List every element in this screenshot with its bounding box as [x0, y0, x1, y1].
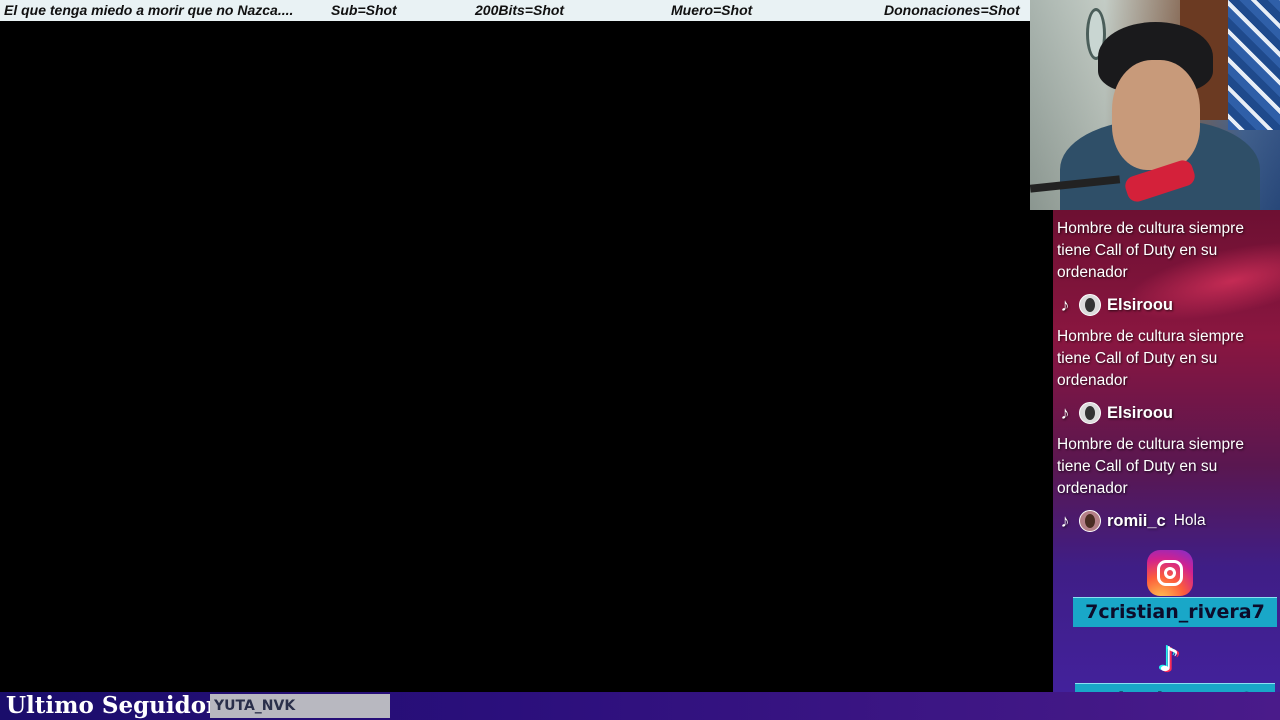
chat-message-text: Hombre de cultura siempre tiene Call of …	[1057, 220, 1244, 281]
chat-username: Elsiroou	[1107, 295, 1174, 314]
avatar	[1079, 402, 1101, 424]
chat-username: Elsiroou	[1107, 403, 1174, 422]
tiktok-logo-icon: ♪	[1158, 640, 1180, 680]
ticker-item-sub: Sub=Shot	[331, 2, 397, 18]
tiktok-icon: ♪	[1060, 294, 1070, 315]
chat-username: romii_c	[1107, 511, 1166, 530]
chat-message-text: Hombre de cultura siempre tiene Call of …	[1057, 436, 1244, 497]
webcam-feed	[1030, 0, 1280, 210]
chat-message-text: Hola	[1173, 512, 1206, 529]
chat-user-row: ♪ Elsiroou	[1055, 400, 1173, 426]
instagram-icon	[1147, 550, 1193, 596]
ticker-item-bits: 200Bits=Shot	[475, 2, 565, 18]
chat-sidebar: Hombre de cultura siempre tiene Call of …	[1053, 210, 1280, 720]
tiktok-icon: ♪	[1060, 510, 1070, 531]
last-follower-label: Ultimo Seguidor	[6, 692, 219, 719]
tiktok-icon: ♪	[1060, 402, 1070, 423]
top-ticker-bar: El que tenga miedo a morir que no Nazca.…	[0, 0, 1030, 21]
instagram-handle: 7cristian_rivera7	[1073, 597, 1277, 627]
chat-user-row: ♪ Elsiroou	[1055, 292, 1173, 318]
ticker-item-donations: Dononaciones=Shot	[884, 2, 1020, 18]
avatar	[1079, 510, 1101, 532]
last-follower-value: YUTA_NVK	[210, 694, 390, 718]
chat-user-row: ♪ romii_c Hola	[1055, 508, 1206, 534]
chat-message-text: Hombre de cultura siempre tiene Call of …	[1057, 328, 1244, 389]
ticker-item-motto: El que tenga miedo a morir que no Nazca.…	[4, 2, 294, 18]
ticker-item-death: Muero=Shot	[671, 2, 753, 18]
game-capture-area	[0, 21, 1053, 692]
avatar	[1079, 294, 1101, 316]
